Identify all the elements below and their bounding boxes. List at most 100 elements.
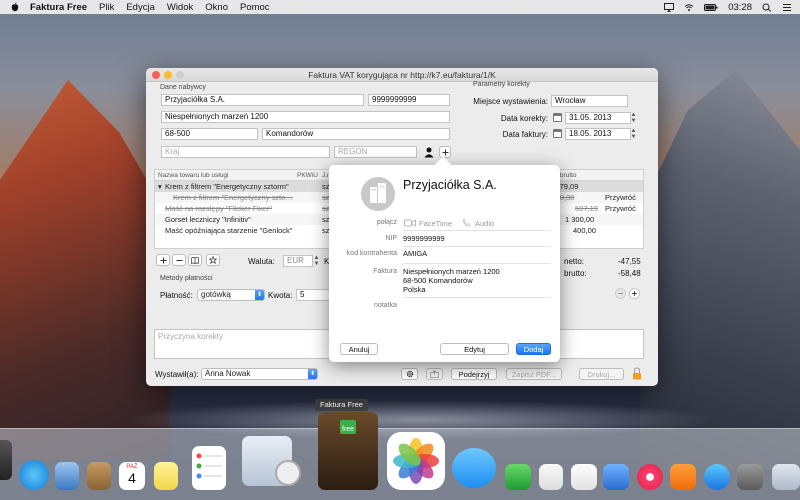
minimize-window-button[interactable] xyxy=(164,71,172,79)
remove-row-button[interactable] xyxy=(172,254,186,266)
close-window-button[interactable] xyxy=(152,71,160,79)
ibooks-icon[interactable] xyxy=(670,464,696,490)
brutto-label: brutto: xyxy=(564,269,587,278)
mail-icon[interactable] xyxy=(55,462,79,490)
cancel-button[interactable]: Anuluj xyxy=(340,343,378,355)
faktura-free-icon[interactable]: free xyxy=(318,412,378,490)
buyer-nip-field[interactable]: 9999999999 xyxy=(368,94,450,106)
wifi-icon[interactable] xyxy=(684,3,694,12)
popover-contact-name[interactable]: Przyjaciółka S.A. xyxy=(403,178,497,192)
brutto-value: -58,48 xyxy=(618,269,641,278)
notes-icon[interactable] xyxy=(154,462,178,490)
menu-pomoc[interactable]: Pomoc xyxy=(240,2,270,13)
restore-row-button[interactable]: Przywróć xyxy=(605,193,636,202)
plus-icon xyxy=(442,149,448,155)
app-store-icon[interactable] xyxy=(704,464,730,490)
audio-link[interactable]: Audio xyxy=(475,219,494,228)
issuer-select[interactable]: Anna Nowak ⬍ xyxy=(201,368,318,380)
apple-icon[interactable] xyxy=(10,2,20,12)
buyer-zip-field[interactable]: 68-500 xyxy=(161,128,258,140)
chevron-down-icon: ⬍ xyxy=(308,369,317,379)
buyer-city-field[interactable]: Komandorów xyxy=(262,128,450,140)
add-contact-button[interactable] xyxy=(439,146,451,158)
connect-label: połącz xyxy=(376,219,397,226)
settings-button[interactable] xyxy=(401,368,418,380)
issuer-value: Anna Nowak xyxy=(205,369,251,378)
invoice-date-label: Data faktury: xyxy=(502,130,548,139)
share-button[interactable] xyxy=(426,368,443,380)
photo-booth-3d-icon[interactable] xyxy=(275,460,301,486)
divider xyxy=(403,230,551,231)
menu-widok[interactable]: Widok xyxy=(167,2,193,13)
facetime-link[interactable]: FaceTime xyxy=(419,219,452,228)
phone-icon[interactable] xyxy=(462,218,471,227)
add-row-button[interactable] xyxy=(156,254,170,266)
edit-button[interactable]: Edytuj xyxy=(440,343,509,355)
launchpad-icon[interactable] xyxy=(0,440,12,480)
disclosure-triangle-icon[interactable]: ▾ xyxy=(158,182,162,191)
contacts-icon[interactable] xyxy=(87,462,111,490)
keynote-icon[interactable] xyxy=(603,464,629,490)
contacts-person-icon[interactable] xyxy=(423,146,435,158)
contractor-code-value: AMIGA xyxy=(403,249,428,258)
invoice-date-stepper[interactable]: ▲ ▼ xyxy=(630,128,637,140)
print-button[interactable]: Drukuj... xyxy=(579,368,624,380)
numbers-icon[interactable] xyxy=(571,464,597,490)
invoice-address-value: Niespełnionych marzeń 1200 68-500 Komand… xyxy=(403,267,500,294)
buyer-country-field[interactable]: Kraj xyxy=(161,146,330,158)
plus-icon xyxy=(160,257,166,263)
itunes-icon[interactable] xyxy=(637,464,663,490)
amount-field[interactable]: 5 xyxy=(296,289,332,301)
amount-label: Kwota: xyxy=(268,291,293,300)
facetime-app-icon[interactable] xyxy=(505,464,531,490)
correction-date-stepper[interactable]: ▲ ▼ xyxy=(630,112,637,124)
buyer-regon-field[interactable]: REGON xyxy=(334,146,417,158)
row-name: Krem z filtrem "Energetyczny sztorm" xyxy=(165,182,289,191)
place-field[interactable]: Wrocław xyxy=(551,95,628,107)
correction-date-field[interactable]: 31.05. 2013 xyxy=(565,112,631,124)
invoice-date-field[interactable]: 18.05. 2013 xyxy=(565,128,631,140)
restore-row-button[interactable]: Przywróć xyxy=(605,204,636,213)
preview-button[interactable]: Podejrzyj xyxy=(451,368,497,380)
photos-icon[interactable] xyxy=(387,432,445,490)
menu-edycja[interactable]: Edycja xyxy=(126,2,155,13)
catalog-button[interactable] xyxy=(188,254,202,266)
divider xyxy=(403,246,551,247)
payment-method-select[interactable]: gotówką ⬍ xyxy=(197,289,265,301)
col-name-header[interactable]: Nazwa towaru lub usługi xyxy=(158,172,228,179)
window-title: Faktura VAT korygująca nr http://k7.eu/f… xyxy=(308,69,496,80)
downloads-stack-icon[interactable] xyxy=(772,464,800,490)
minus-circle-icon[interactable] xyxy=(615,288,626,299)
system-preferences-icon[interactable] xyxy=(737,464,763,490)
add-button[interactable]: Dodaj xyxy=(516,343,551,355)
calendar-app-icon[interactable]: PAŹ 4 xyxy=(119,462,145,490)
menu-okno[interactable]: Okno xyxy=(205,2,228,13)
favorite-button[interactable] xyxy=(206,254,220,266)
save-pdf-button[interactable]: Zapisz PDF... xyxy=(506,368,562,380)
battery-icon[interactable] xyxy=(704,3,718,12)
currency-stepper[interactable]: ▲ ▼ xyxy=(313,255,320,267)
svg-text:free: free xyxy=(342,426,354,433)
preview-app-icon[interactable] xyxy=(539,464,563,490)
menu-plik[interactable]: Plik xyxy=(99,2,114,13)
plus-circle-icon[interactable] xyxy=(629,288,640,299)
calendar-icon[interactable] xyxy=(553,113,562,122)
facetime-icon[interactable] xyxy=(404,219,416,227)
messages-icon[interactable] xyxy=(452,448,496,488)
lock-icon[interactable] xyxy=(632,367,642,380)
spotlight-icon[interactable] xyxy=(762,3,772,12)
zoom-window-button[interactable] xyxy=(176,71,184,79)
currency-field[interactable]: EUR xyxy=(283,255,313,267)
contact-popover: Przyjaciółka S.A. połącz FaceTime Audio … xyxy=(329,165,560,362)
buyer-name-field[interactable]: Przyjaciółka S.A. xyxy=(161,94,364,106)
menu-app-name[interactable]: Faktura Free xyxy=(30,2,87,13)
calendar-icon[interactable] xyxy=(553,129,562,138)
notification-center-icon[interactable] xyxy=(782,3,792,12)
buyer-street-field[interactable]: Niespełnionych marzeń 1200 xyxy=(161,111,450,123)
divider xyxy=(403,263,551,264)
menu-clock[interactable]: 03:28 xyxy=(728,2,752,13)
reminders-icon[interactable] xyxy=(192,446,226,490)
safari-icon[interactable] xyxy=(19,460,49,490)
airplay-icon[interactable] xyxy=(664,2,675,12)
col-pkwiu-header[interactable]: PKWiU xyxy=(297,172,318,179)
